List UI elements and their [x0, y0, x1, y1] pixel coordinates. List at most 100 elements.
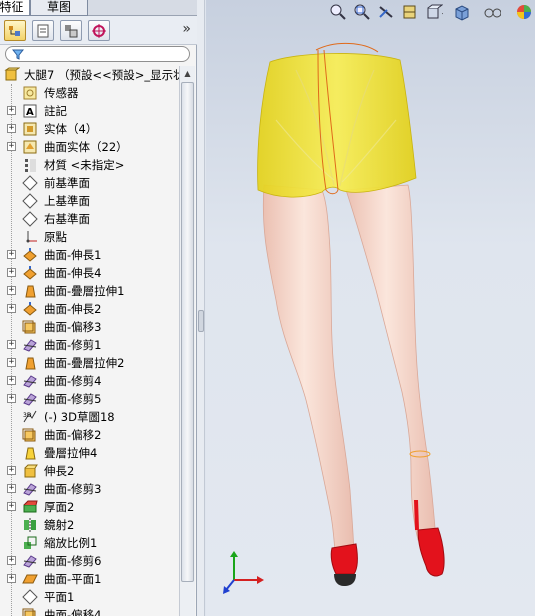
mirror-icon — [24, 518, 36, 532]
tree-item[interactable]: + A 註記 — [0, 102, 179, 120]
tree-item-label: 材質 <未指定> — [44, 158, 125, 172]
tree-item[interactable]: + 厚面2 — [0, 498, 179, 516]
surface-loft-icon — [25, 285, 36, 298]
expand-plus-icon[interactable]: + — [7, 376, 16, 385]
tree-item[interactable]: + 伸長2 — [0, 462, 179, 480]
tree-item[interactable]: 3D (-) 3D草圖18 — [0, 408, 179, 426]
legs-model[interactable] — [206, 0, 535, 616]
expand-plus-icon[interactable]: + — [7, 574, 16, 583]
tree-item-label: 曲面实体（22） — [44, 140, 128, 154]
expand-plus-icon[interactable]: + — [7, 394, 16, 403]
tree-item[interactable]: + 曲面-修剪1 — [0, 336, 179, 354]
tree-item[interactable]: + 曲面-伸長1 — [0, 246, 179, 264]
tree-item-label: 实体（4） — [44, 122, 98, 136]
tree-item[interactable]: 右基準面 — [0, 210, 179, 228]
splitter-grip-icon[interactable] — [198, 310, 204, 332]
tree-item[interactable]: + 曲面-伸長2 — [0, 300, 179, 318]
tree-item[interactable]: 曲面-偏移3 — [0, 318, 179, 336]
tree-item-label: 原點 — [44, 230, 67, 244]
tree-item-label: 曲面-偏移4 — [44, 608, 102, 616]
tree-item[interactable]: 上基準面 — [0, 192, 179, 210]
tree-item-label: 曲面-疊層拉伸2 — [44, 356, 125, 370]
right-leg — [345, 184, 437, 541]
tree-item-label: 前基準面 — [44, 176, 90, 190]
surface-extrude-icon — [23, 248, 37, 262]
funnel-icon — [12, 49, 24, 60]
tree-item-label: 疊層拉伸4 — [44, 446, 98, 460]
tree-item[interactable]: 原點 — [0, 228, 179, 246]
tree-item[interactable]: 鏡射2 — [0, 516, 179, 534]
tree-item-label: 平面1 — [44, 590, 75, 604]
tree-item-label: 註記 — [44, 104, 67, 118]
surface-trim-icon — [23, 555, 37, 568]
property-manager-button[interactable] — [32, 20, 54, 41]
tree-item[interactable]: + 曲面-疊層拉伸2 — [0, 354, 179, 372]
tree-item[interactable]: 縮放比例1 — [0, 534, 179, 552]
panel-splitter[interactable] — [197, 0, 205, 616]
tree-item[interactable]: 曲面-偏移2 — [0, 426, 179, 444]
scroll-up-button[interactable]: ▲ — [181, 66, 194, 81]
configuration-manager-button[interactable] — [60, 20, 82, 41]
command-tabs: 特征 草图 — [0, 0, 197, 16]
feature-tree: 大腿7 （预設<<预設>_显示状传感器 + A 註記 + 实体（4） + 曲面实体（22） 材質… — [0, 66, 179, 616]
tree-item-label: 曲面-修剪3 — [44, 482, 102, 496]
tree-item[interactable]: + 曲面-伸長4 — [0, 264, 179, 282]
left-leg — [262, 184, 355, 561]
left-heel — [334, 574, 356, 586]
tree-item-label: 曲面-修剪6 — [44, 554, 102, 568]
tree-item[interactable]: + 曲面实体（22） — [0, 138, 179, 156]
expand-plus-icon[interactable]: + — [7, 466, 16, 475]
tree-item[interactable]: 疊層拉伸4 — [0, 444, 179, 462]
panel-expand-button[interactable]: » — [182, 21, 191, 37]
feature-tree-icon — [9, 26, 20, 36]
tree-filter-input[interactable] — [5, 46, 190, 62]
tree-item[interactable]: + 曲面-修剪5 — [0, 390, 179, 408]
tree-item-label: 右基準面 — [44, 212, 90, 226]
expand-plus-icon[interactable]: + — [7, 502, 16, 511]
3d-sketch-icon: 3D — [23, 410, 37, 423]
expand-plus-icon[interactable]: + — [7, 286, 16, 295]
expand-plus-icon[interactable]: + — [7, 484, 16, 493]
plane-icon — [22, 175, 38, 191]
tree-item[interactable]: 平面1 — [0, 588, 179, 606]
tree-root-part[interactable]: 大腿7 （预設<<预設>_显示状 — [0, 66, 179, 84]
svg-text:A: A — [26, 107, 34, 118]
tab-sketch[interactable]: 草图 — [30, 0, 88, 16]
property-manager-icon — [37, 24, 49, 38]
expand-plus-icon[interactable]: + — [7, 250, 16, 259]
tree-item[interactable]: 材質 <未指定> — [0, 156, 179, 174]
tree-item[interactable]: 传感器 — [0, 84, 179, 102]
expand-plus-icon[interactable]: + — [7, 340, 16, 349]
display-manager-button[interactable] — [88, 20, 110, 41]
scroll-thumb[interactable] — [181, 82, 194, 582]
surface-offset-icon — [22, 608, 36, 616]
feature-manager-panel: 特征 草图 » 大腿7 （预設<<预設>_显示状 传感器 + A 註記 + 实体… — [0, 0, 197, 616]
tree-item-label: 上基準面 — [44, 194, 90, 208]
tree-scrollbar[interactable]: ▲ — [179, 66, 195, 616]
tree-item-label: 曲面-偏移3 — [44, 320, 102, 334]
expand-plus-icon[interactable]: + — [7, 556, 16, 565]
tree-item-label: 曲面-偏移2 — [44, 428, 102, 442]
graphics-area[interactable] — [206, 0, 535, 616]
tree-item[interactable]: + 曲面-修剪3 — [0, 480, 179, 498]
expand-plus-icon[interactable]: + — [7, 304, 16, 313]
tree-item[interactable]: + 曲面-平面1 — [0, 570, 179, 588]
display-manager-icon — [92, 24, 106, 38]
expand-plus-icon[interactable]: + — [7, 142, 16, 151]
coordinate-triad-icon — [223, 551, 264, 594]
tree-item-label: 传感器 — [44, 86, 79, 100]
expand-plus-icon[interactable]: + — [7, 268, 16, 277]
tree-item[interactable]: 前基準面 — [0, 174, 179, 192]
expand-plus-icon[interactable]: + — [7, 124, 16, 133]
expand-plus-icon[interactable]: + — [7, 358, 16, 367]
tree-item-label: 鏡射2 — [44, 518, 75, 532]
planar-surface-icon — [22, 574, 38, 584]
feature-tree-button[interactable] — [4, 20, 26, 41]
expand-plus-icon[interactable]: + — [7, 106, 16, 115]
tree-item[interactable]: + 曲面-疊層拉伸1 — [0, 282, 179, 300]
tree-item[interactable]: + 曲面-修剪4 — [0, 372, 179, 390]
tree-item[interactable]: + 实体（4） — [0, 120, 179, 138]
tree-item[interactable]: 曲面-偏移4 — [0, 606, 179, 616]
tab-features[interactable]: 特征 — [0, 0, 30, 16]
tree-item[interactable]: + 曲面-修剪6 — [0, 552, 179, 570]
